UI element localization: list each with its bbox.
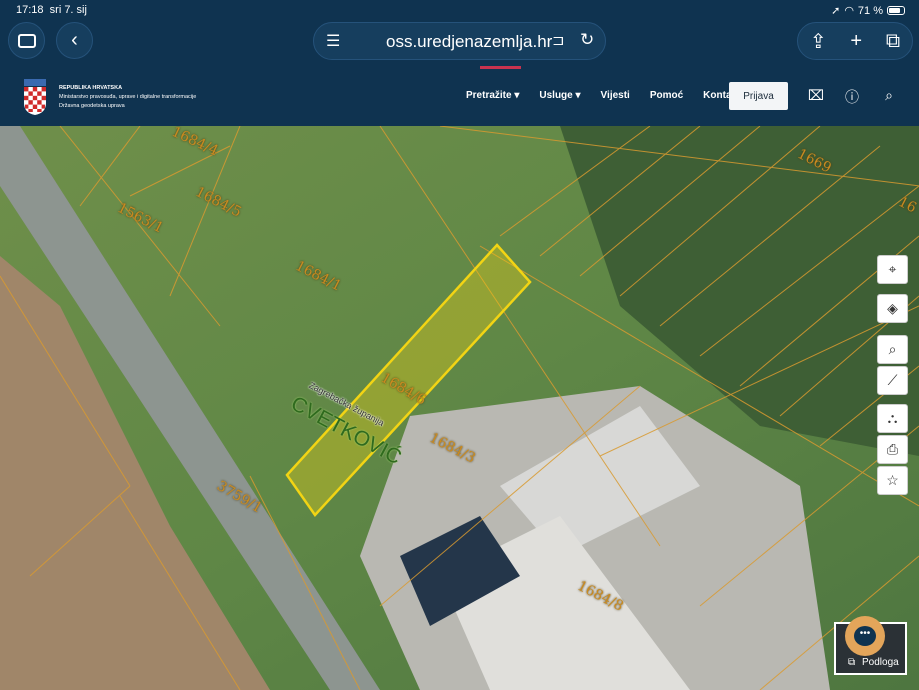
battery-icon (887, 6, 905, 15)
wifi-icon: ◠ (844, 5, 854, 17)
location-icon: ➚ (831, 5, 841, 17)
org-line-1: REPUBLIKA HRVATSKA (59, 85, 123, 91)
zoom-search-button[interactable]: ⌕ (877, 335, 908, 364)
cadastral-map[interactable]: 1684/4 1684/5 1563/1 1684/1 1684/6 1684/… (0, 126, 919, 690)
layers-icon: ◈ (887, 300, 898, 316)
star-icon: ☆ (886, 472, 899, 488)
battery-percent: 71 % (857, 4, 883, 17)
ministry-name[interactable]: REPUBLIKA HRVATSKA Ministarstvo pravosuđ… (59, 84, 196, 111)
share-map-button[interactable]: ⛬ (877, 404, 908, 433)
share-icon[interactable]: ⇪ (810, 29, 827, 54)
extension-icon[interactable]: ⊐ (552, 31, 565, 49)
tabs-icon[interactable]: ⧉ (886, 30, 900, 53)
org-line-3: Državna geodetska uprava (59, 103, 125, 109)
print-button[interactable]: ⎙ (877, 435, 908, 464)
sidebar-toggle-button[interactable] (8, 22, 45, 59)
nav-vijesti[interactable]: Vijesti (601, 90, 630, 101)
address-bar[interactable]: ☰ oss.uredjenazemlja.hr ⊐ ↻ (313, 22, 606, 60)
org-line-2: Ministarstvo pravosuđa, uprave i digital… (59, 94, 197, 100)
favorite-button[interactable]: ☆ (877, 466, 908, 495)
print-icon: ⎙ (886, 441, 899, 457)
sidebar-icon (17, 33, 36, 48)
nav-pomoc[interactable]: Pomoć (650, 90, 683, 101)
browser-actions: ⇪ + ⧉ (797, 22, 913, 60)
site-header: REPUBLIKA HRVATSKA Ministarstvo pravosuđ… (0, 72, 919, 126)
nav-usluge[interactable]: Usluge ▾ (539, 90, 580, 101)
ruler-icon: ⟋ (887, 372, 898, 388)
status-indicators: ➚ ◠ 71 % (831, 4, 905, 17)
basemap-icon: ⧉ (848, 657, 856, 668)
back-button[interactable]: ‹ (56, 22, 93, 59)
basemap-label: Podloga (862, 657, 899, 668)
new-tab-icon[interactable]: + (850, 30, 862, 53)
chat-bubble-icon: ••• (854, 626, 876, 646)
accessibility-icon[interactable]: ⓘ (843, 87, 861, 107)
page-menu-icon: ☰ (326, 33, 341, 50)
active-tab-indicator (480, 66, 521, 69)
reload-icon[interactable]: ↻ (580, 30, 594, 50)
nav-pretrazite[interactable]: Pretražite ▾ (466, 90, 519, 101)
croatian-coat-of-arms-logo[interactable] (22, 79, 48, 115)
url-text[interactable]: oss.uredjenazemlja.hr (386, 32, 552, 52)
zoom-icon: ⌕ (888, 341, 897, 357)
login-button[interactable]: Prijava (729, 82, 788, 110)
search-icon[interactable]: ⌕ (880, 87, 898, 104)
location-button[interactable]: ⌖ (877, 255, 908, 284)
measure-button[interactable]: ⟋ (877, 366, 908, 395)
status-time: 17:18 sri 7. sij (16, 4, 87, 16)
status-bar: 17:18 sri 7. sij ➚ ◠ 71 % (0, 0, 919, 20)
share-nodes-icon: ⛬ (887, 410, 898, 426)
chat-button[interactable]: ••• (845, 616, 885, 656)
map-pin-icon: ⌖ (888, 261, 897, 277)
translate-icon[interactable]: ⌧ (807, 87, 825, 104)
layers-button[interactable]: ◈ (877, 294, 908, 323)
main-nav: Pretražite ▾ Usluge ▾ Vijesti Pomoć Kont… (466, 90, 740, 101)
chevron-left-icon: ‹ (71, 29, 78, 51)
